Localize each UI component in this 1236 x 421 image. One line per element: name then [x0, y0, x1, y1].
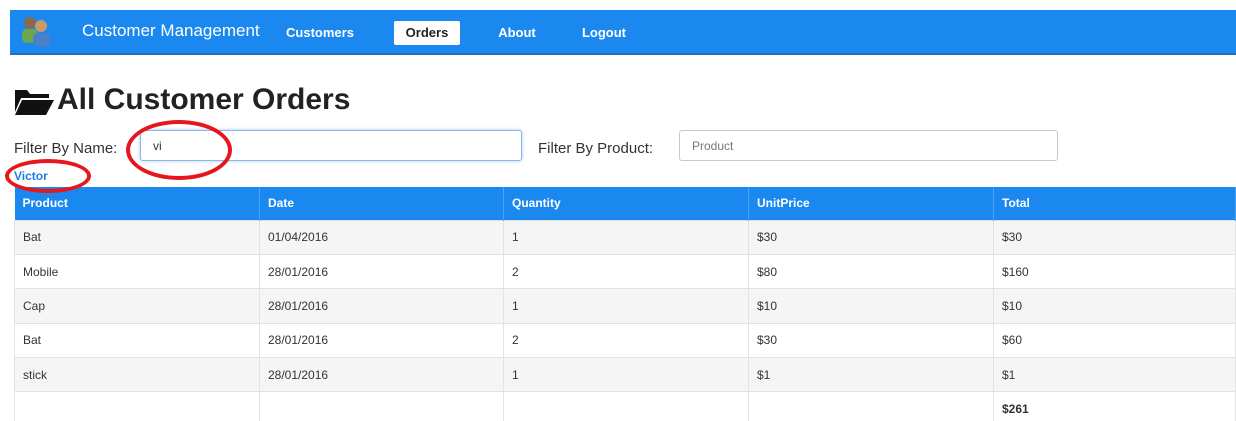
filter-name-label: Filter By Name: [14, 140, 118, 157]
cell-total: $60 [993, 322, 1236, 358]
cell-quantity: 1 [503, 357, 749, 392]
nav-about[interactable]: About [492, 21, 542, 45]
cell-product: Mobile [14, 253, 260, 289]
cell-unitprice: $30 [748, 219, 994, 255]
cell-date: 28/01/2016 [259, 288, 504, 324]
nav-customers[interactable]: Customers [279, 21, 361, 45]
grand-total: $261 [993, 391, 1236, 421]
table-row: Mobile 28/01/2016 2 $80 $160 [14, 253, 1236, 289]
cell-total: $1 [993, 357, 1236, 392]
users-icon [22, 17, 50, 47]
nav-logout[interactable]: Logout [576, 21, 632, 45]
cell-quantity: 2 [503, 253, 749, 289]
page-title: All Customer Orders [57, 83, 351, 116]
cell-unitprice: $30 [748, 322, 994, 358]
brand-title[interactable]: Customer Management [82, 21, 260, 41]
cell-product: Cap [14, 288, 260, 324]
cell-quantity: 1 [503, 219, 749, 255]
table-row: Bat 28/01/2016 2 $30 $60 [14, 322, 1236, 358]
cell-total: $30 [993, 219, 1236, 255]
cell-product: Bat [14, 322, 260, 358]
filter-name-input[interactable] [140, 130, 522, 161]
nav-orders[interactable]: Orders [394, 21, 460, 45]
filter-product-label: Filter By Product: [538, 140, 654, 157]
filter-product-input[interactable] [679, 130, 1058, 161]
cell-product: stick [14, 357, 260, 392]
cell-total: $160 [993, 253, 1236, 289]
folder-open-icon [15, 90, 54, 115]
cell-date: 01/04/2016 [259, 219, 504, 255]
column-header-total[interactable]: Total [993, 187, 1236, 220]
autocomplete-suggestion[interactable]: Victor [14, 169, 48, 183]
cell-unitprice: $1 [748, 357, 994, 392]
navbar: Customer Management Customers Orders Abo… [10, 10, 1236, 55]
cell-total: $10 [993, 288, 1236, 324]
cell-date: 28/01/2016 [259, 322, 504, 358]
cell-product: Bat [14, 219, 260, 255]
column-header-date[interactable]: Date [259, 187, 504, 220]
cell-unitprice: $80 [748, 253, 994, 289]
column-header-unitprice[interactable]: UnitPrice [748, 187, 994, 220]
cell-date: 28/01/2016 [259, 357, 504, 392]
cell-quantity: 2 [503, 322, 749, 358]
grand-total-row: $261 [14, 391, 1236, 421]
table-row: Cap 28/01/2016 1 $10 $10 [14, 288, 1236, 324]
cell-quantity: 1 [503, 288, 749, 324]
table-row: stick 28/01/2016 1 $1 $1 [14, 357, 1236, 392]
table-header-row: Product Date Quantity UnitPrice Total [14, 187, 1236, 220]
column-header-quantity[interactable]: Quantity [503, 187, 749, 220]
cell-unitprice: $10 [748, 288, 994, 324]
orders-table: Product Date Quantity UnitPrice Total Ba… [14, 187, 1236, 421]
column-header-product[interactable]: Product [14, 187, 260, 220]
table-row: Bat 01/04/2016 1 $30 $30 [14, 219, 1236, 255]
cell-date: 28/01/2016 [259, 253, 504, 289]
